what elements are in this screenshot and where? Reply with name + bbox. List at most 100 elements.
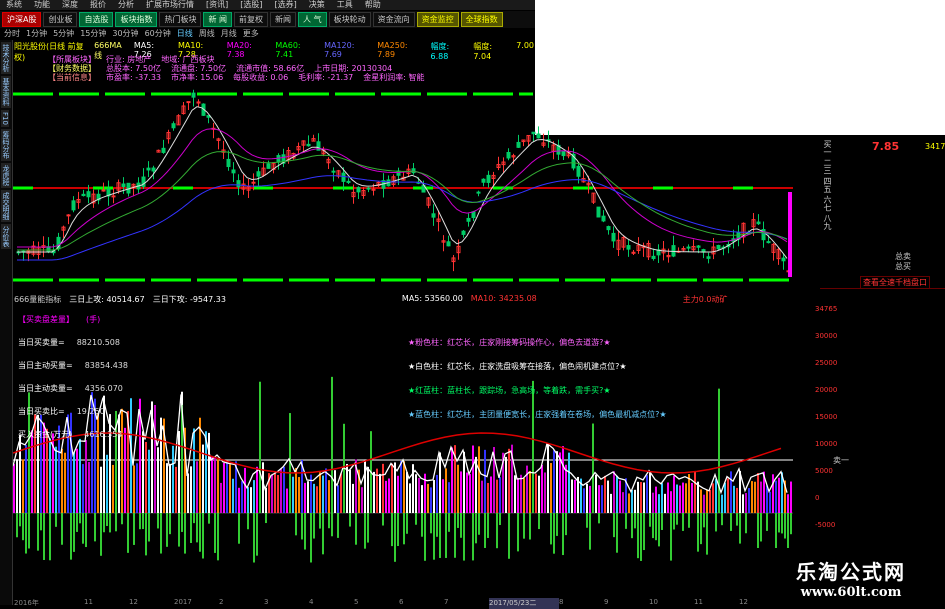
candle-body	[651, 255, 656, 260]
volume-bar	[253, 480, 255, 513]
candle-body	[766, 241, 771, 244]
volume-bar	[595, 474, 597, 513]
left-side-tabs: 技术分析基本资料 F10 筹码分布 龙虎榜 成交明细 分价表	[0, 40, 13, 605]
volume-bar-down	[652, 513, 654, 539]
tab-10[interactable]: 资金流向	[372, 12, 415, 27]
side-tab-6[interactable]: 分价表	[1, 223, 11, 249]
volume-bar-down	[448, 513, 450, 532]
tab-0[interactable]: 沪深A股	[2, 12, 42, 27]
volume-bar	[313, 483, 315, 513]
period-7[interactable]: 周线	[199, 29, 215, 39]
indicator-title[interactable]: 666量能指标	[14, 294, 61, 305]
stock-name[interactable]: 阳光股份(日线 前复权)	[14, 41, 86, 62]
volume-bar	[604, 475, 606, 513]
period-2[interactable]: 5分钟	[53, 29, 74, 39]
vol-ma5: MA5: 53560.00	[401, 294, 463, 303]
period-1[interactable]: 1分钟	[26, 29, 47, 39]
volume-bar-down	[193, 513, 195, 524]
tab-7[interactable]: 新闻	[270, 12, 297, 27]
volume-bar-down	[337, 513, 339, 538]
volume-bar	[292, 476, 294, 513]
volume-bar-down	[184, 513, 186, 554]
volume-bar	[166, 463, 168, 513]
period-0[interactable]: 分时	[4, 29, 20, 39]
tab-5[interactable]: 新 闻	[203, 12, 233, 27]
menu-item-5[interactable]: 扩展市场行情	[140, 0, 200, 10]
period-6[interactable]: 日线	[177, 29, 193, 39]
tab-2[interactable]: 自选股	[79, 12, 114, 27]
volume-bar-down	[475, 513, 477, 544]
menu-item-10[interactable]: 工具	[331, 0, 359, 10]
volume-bar	[373, 471, 375, 513]
volume-bar-down	[721, 513, 723, 526]
volume-bar	[190, 466, 192, 513]
volume-bar-down	[103, 513, 105, 533]
volume-bar-down	[301, 513, 303, 540]
period-4[interactable]: 30分钟	[112, 29, 138, 39]
menu-item-9[interactable]: 决策	[303, 0, 331, 10]
stat-value: 19.250	[76, 407, 105, 416]
menu-item-2[interactable]: 深度	[56, 0, 84, 10]
volume-bar	[145, 441, 147, 513]
ma10-value: MA10: 7.28	[178, 41, 204, 59]
side-tab-3[interactable]: 筹码分布	[1, 128, 11, 161]
volume-bar	[85, 440, 87, 513]
volume-bar-down	[19, 513, 21, 527]
volume-bar	[766, 485, 768, 513]
tab-12[interactable]: 全球指数	[460, 12, 503, 27]
candle-body	[256, 171, 261, 177]
legend-line: ★白色柱：红芯长，庄家洗盘吸筹在接落，偏色闹机建点位?★	[408, 361, 627, 371]
side-tab-2[interactable]: F10	[1, 110, 9, 127]
menu-item-4[interactable]: 分析	[112, 0, 140, 10]
side-tab-4[interactable]: 龙虎榜	[1, 162, 11, 188]
side-tab-5[interactable]: 成交明细	[1, 189, 11, 222]
period-5[interactable]: 60分钟	[145, 29, 171, 39]
tab-4[interactable]: 热门板块	[159, 12, 202, 27]
menu-item-6[interactable]: [资讯]	[200, 0, 234, 10]
period-8[interactable]: 月线	[221, 29, 237, 39]
date-axis: 2016年 11 12 2017 2 3 4 5 6 7 2017/05/23二 8 9 10 11 12	[14, 598, 794, 609]
tab-1[interactable]: 创业板	[43, 12, 78, 27]
indicator-name[interactable]: 666MA线	[94, 41, 126, 60]
volume-bar	[661, 483, 663, 513]
menu-item-1[interactable]: 功能	[28, 0, 56, 10]
side-tab-0[interactable]: 技术分析	[1, 42, 11, 74]
tab-9[interactable]: 板块轮动	[328, 12, 371, 27]
volume-bar	[568, 452, 570, 513]
kline-chart[interactable]	[13, 52, 808, 290]
tab-11[interactable]: 资金监控	[416, 12, 459, 27]
volume-bar	[730, 471, 732, 513]
tab-3[interactable]: 板块指数	[115, 12, 158, 27]
menu-item-8[interactable]: [选券]	[269, 0, 303, 10]
volume-bar	[295, 467, 297, 513]
period-9[interactable]: 更多	[243, 29, 259, 39]
volume-bar-down	[202, 513, 204, 559]
volume-bar	[325, 468, 327, 513]
watermark-line1: 乐淘公式网	[796, 560, 906, 584]
menu-item-3[interactable]: 报价	[84, 0, 112, 10]
volume-bar	[643, 482, 645, 513]
volume-bar-down	[214, 513, 216, 553]
volume-bar	[769, 491, 771, 513]
volume-bar	[514, 475, 516, 513]
quote-panel: 7.85 3417 买一 二三 四五 六七 八九 总卖 总买 查看全速千档盘口	[820, 135, 945, 295]
menu-item-11[interactable]: 帮助	[359, 0, 387, 10]
period-3[interactable]: 15分钟	[80, 29, 106, 39]
volume-bar-down	[313, 513, 315, 539]
tab-8[interactable]: 人 气	[298, 12, 327, 27]
candle-body	[331, 170, 336, 173]
candle-body	[706, 256, 711, 259]
volume-bar-down	[160, 513, 162, 554]
side-tab-1[interactable]: 基本资料	[1, 76, 11, 108]
menu-item-7[interactable]: [选股]	[234, 0, 268, 10]
candle-body	[481, 178, 486, 183]
divider	[820, 288, 945, 289]
menu-item-0[interactable]: 系统	[0, 0, 28, 10]
volume-bar-down	[736, 513, 738, 526]
volume-bar	[220, 482, 222, 513]
volume-bar-down	[517, 513, 519, 552]
volume-bar-down	[391, 513, 393, 547]
volume-bar-down	[253, 513, 255, 563]
tab-6[interactable]: 前复权	[234, 12, 269, 27]
volume-bar	[223, 462, 225, 513]
